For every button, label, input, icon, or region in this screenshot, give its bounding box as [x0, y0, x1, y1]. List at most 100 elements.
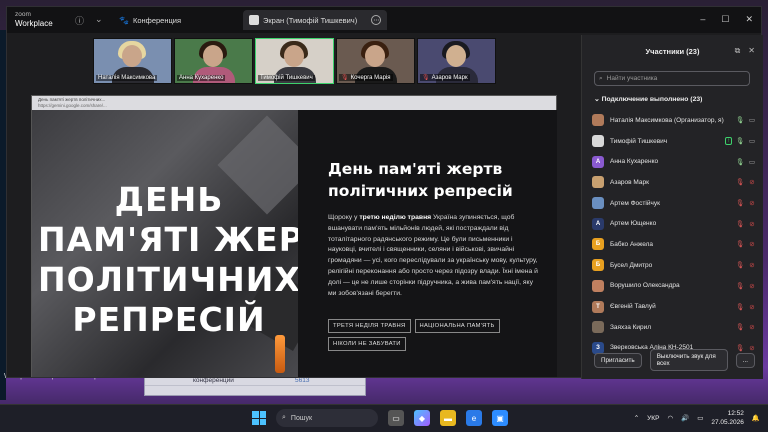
search-icon: ⌕ [599, 74, 603, 82]
slide-paragraph: Щороку у третю неділю травня Україна зуп… [328, 214, 538, 297]
participant-row[interactable]: Тимофій Тишкевич ↑ 🎙 ▭ [592, 131, 758, 152]
tab-screen-label: Экран (Тимофій Тишкевич) [263, 15, 358, 25]
camera-off-icon[interactable]: ⊘ [746, 323, 758, 331]
paw-icon: 🐾 [119, 15, 129, 25]
camera-off-icon[interactable]: ⊘ [746, 220, 758, 228]
bg-window-number: 5613 [295, 377, 310, 384]
tab-meeting-label: Конференция [132, 15, 182, 25]
system-tray: ⌃ УКР ◠ 🔊 ▭ 12:52 27.05.2026 🔔 [634, 409, 760, 427]
video-name: 🎙 Кочерга Марія [339, 74, 393, 81]
language-indicator[interactable]: УКР [647, 415, 659, 422]
participant-search-input[interactable]: ⌕ Найти участника [594, 71, 750, 86]
avatar: A [592, 155, 604, 168]
participant-row[interactable]: A Артем Ющенко 🎙 ⊘ [592, 213, 758, 234]
mic-muted-icon[interactable]: 🎙 [734, 323, 746, 331]
camera-on-icon[interactable]: ▭ [746, 158, 758, 166]
slide-tag: ТРЕТЯ НЕДІЛЯ ТРАВНЯ [328, 319, 411, 333]
participant-row[interactable]: Ворушило Олександра 🎙 ⊘ [592, 276, 758, 297]
video-name: 🎙 Азаров Марк [420, 74, 470, 81]
chevron-up-icon[interactable]: ⌃ [634, 414, 639, 422]
participant-name: Азаров Марк [610, 178, 649, 186]
video-tile[interactable]: 🎙 Кочерга Марія [336, 38, 415, 84]
participant-list: Наталія Максимкова (Организатор, я) 🎙 ▭ Тим… [592, 110, 758, 358]
video-tile[interactable]: Анна Кухаренко [174, 38, 253, 84]
camera-off-icon[interactable]: ⊘ [746, 240, 758, 248]
camera-off-icon[interactable]: ⊘ [746, 178, 758, 186]
zoom-window: zoom Workplace ⓘ ⌄ 🐾 Конференция Экран (… [6, 6, 763, 379]
close-panel-icon[interactable]: ✕ [748, 46, 755, 56]
battery-icon[interactable]: ▭ [697, 414, 703, 422]
mic-on-icon[interactable]: 🎙 [734, 116, 746, 124]
clock[interactable]: 12:52 27.05.2026 [711, 409, 744, 427]
volume-icon[interactable]: 🔊 [681, 414, 689, 422]
mic-muted-icon[interactable]: 🎙 [734, 178, 746, 186]
mic-muted-icon[interactable]: 🎙 [734, 282, 746, 290]
mute-all-button[interactable]: Выключить звук для всех [649, 349, 728, 371]
wifi-icon[interactable]: ◠ [667, 414, 673, 422]
participant-row[interactable]: Наталія Максимкова (Организатор, я) 🎙 ▭ [592, 110, 758, 131]
notification-icon[interactable]: 🔔 [752, 414, 760, 422]
minimize-icon[interactable]: – [700, 14, 705, 25]
sharing-icon: ↑ [725, 137, 732, 146]
more-icon[interactable]: ⋯ [371, 15, 382, 25]
participant-row[interactable]: A Анна Кухаренко 🎙 ▭ [592, 151, 758, 172]
video-name: Наталія Максимкова [96, 75, 158, 81]
slide-tags: ТРЕТЯ НЕДІЛЯ ТРАВНЯ НАЦІОНАЛЬНА ПАМ'ЯТЬ … [328, 319, 548, 351]
participant-name: Наталія Максимкова (Организатор, я) [610, 116, 724, 124]
file-explorer-icon[interactable]: ▬ [440, 410, 456, 426]
camera-on-icon[interactable]: ▭ [746, 116, 758, 124]
camera-on-icon[interactable]: ▭ [746, 137, 758, 145]
avatar: A [592, 217, 604, 230]
camera-off-icon[interactable]: ⊘ [746, 303, 758, 311]
window-controls: – ☐ ✕ [700, 14, 753, 25]
copilot-icon[interactable]: ◆ [414, 410, 430, 426]
participant-row[interactable]: Т Євгеній Тавлуй 🎙 ⊘ [592, 296, 758, 317]
pop-out-icon[interactable]: ⧉ [735, 46, 741, 56]
invite-button[interactable]: Пригласить [594, 352, 642, 368]
avatar: Б [592, 259, 604, 272]
mic-muted-icon[interactable]: 🎙 [734, 199, 746, 207]
avatar [592, 114, 604, 127]
mic-muted-icon[interactable]: 🎙 [734, 240, 746, 248]
panel-footer: Пригласить Выключить звук для всех ... [594, 349, 755, 371]
participant-name: Заяхза Кирил [610, 323, 652, 331]
mic-muted-icon[interactable]: 🎙 [734, 220, 746, 228]
windows-start-icon[interactable] [252, 411, 266, 425]
browser-tab-title[interactable]: День пам'яті жертв політичних... [38, 97, 105, 102]
more-options-button[interactable]: ... [735, 352, 755, 368]
slide-tag: НАЦІОНАЛЬНА ПАМ'ЯТЬ [414, 319, 500, 333]
mic-muted-icon[interactable]: 🎙 [734, 261, 746, 269]
panel-icons: ⧉ ✕ [735, 46, 755, 56]
mic-on-icon[interactable]: 🎙 [734, 137, 746, 145]
browser-url[interactable]: https://gemini.google.com/share/... [38, 103, 107, 108]
participant-row[interactable]: Артем Фостійчук 🎙 ⊘ [592, 193, 758, 214]
mic-muted-icon[interactable]: 🎙 [734, 303, 746, 311]
taskbar-search[interactable]: ⌕ Пошук [276, 409, 378, 427]
connected-header[interactable]: ⌄ Подключение выполнено (23) [594, 95, 702, 103]
slide-tag: НІКОЛИ НЕ ЗАБУВАТИ [328, 337, 406, 351]
participant-row[interactable]: Азаров Марк 🎙 ⊘ [592, 172, 758, 193]
participant-name: Артем Ющенко [610, 220, 657, 228]
video-strip: Наталія Максимкова Анна Кухаренко Тимофі… [93, 38, 496, 84]
video-tile[interactable]: Наталія Максимкова [93, 38, 172, 84]
task-view-icon[interactable]: ▭ [388, 410, 404, 426]
shared-screen[interactable]: День пам'яті жертв політичних... https:/… [31, 95, 557, 377]
maximize-icon[interactable]: ☐ [721, 14, 729, 25]
video-tile[interactable]: 🎙 Азаров Марк [417, 38, 496, 84]
close-icon[interactable]: ✕ [745, 14, 753, 25]
info-icon[interactable]: ⓘ [75, 14, 84, 27]
video-tile-active-speaker[interactable]: Тимофій Тишкевич [255, 38, 334, 84]
camera-off-icon[interactable]: ⊘ [746, 199, 758, 207]
participant-row[interactable]: Заяхза Кирил 🎙 ⊘ [592, 317, 758, 338]
tab-screen-share[interactable]: Экран (Тимофій Тишкевич) ⋯ [243, 10, 388, 30]
chevron-down-icon[interactable]: ⌄ [95, 14, 103, 25]
participant-row[interactable]: Б Бабко Анжела 🎙 ⊘ [592, 234, 758, 255]
zoom-app-icon[interactable]: ▣ [492, 410, 508, 426]
participant-row[interactable]: Б Бусел Дмитро 🎙 ⊘ [592, 255, 758, 276]
slide-heading: День пам'яті жертв політичних репресій [328, 160, 513, 200]
edge-icon[interactable]: e [466, 410, 482, 426]
camera-off-icon[interactable]: ⊘ [746, 261, 758, 269]
camera-off-icon[interactable]: ⊘ [746, 282, 758, 290]
tab-meeting[interactable]: 🐾 Конференция [113, 10, 187, 30]
mic-on-icon[interactable]: 🎙 [734, 158, 746, 166]
